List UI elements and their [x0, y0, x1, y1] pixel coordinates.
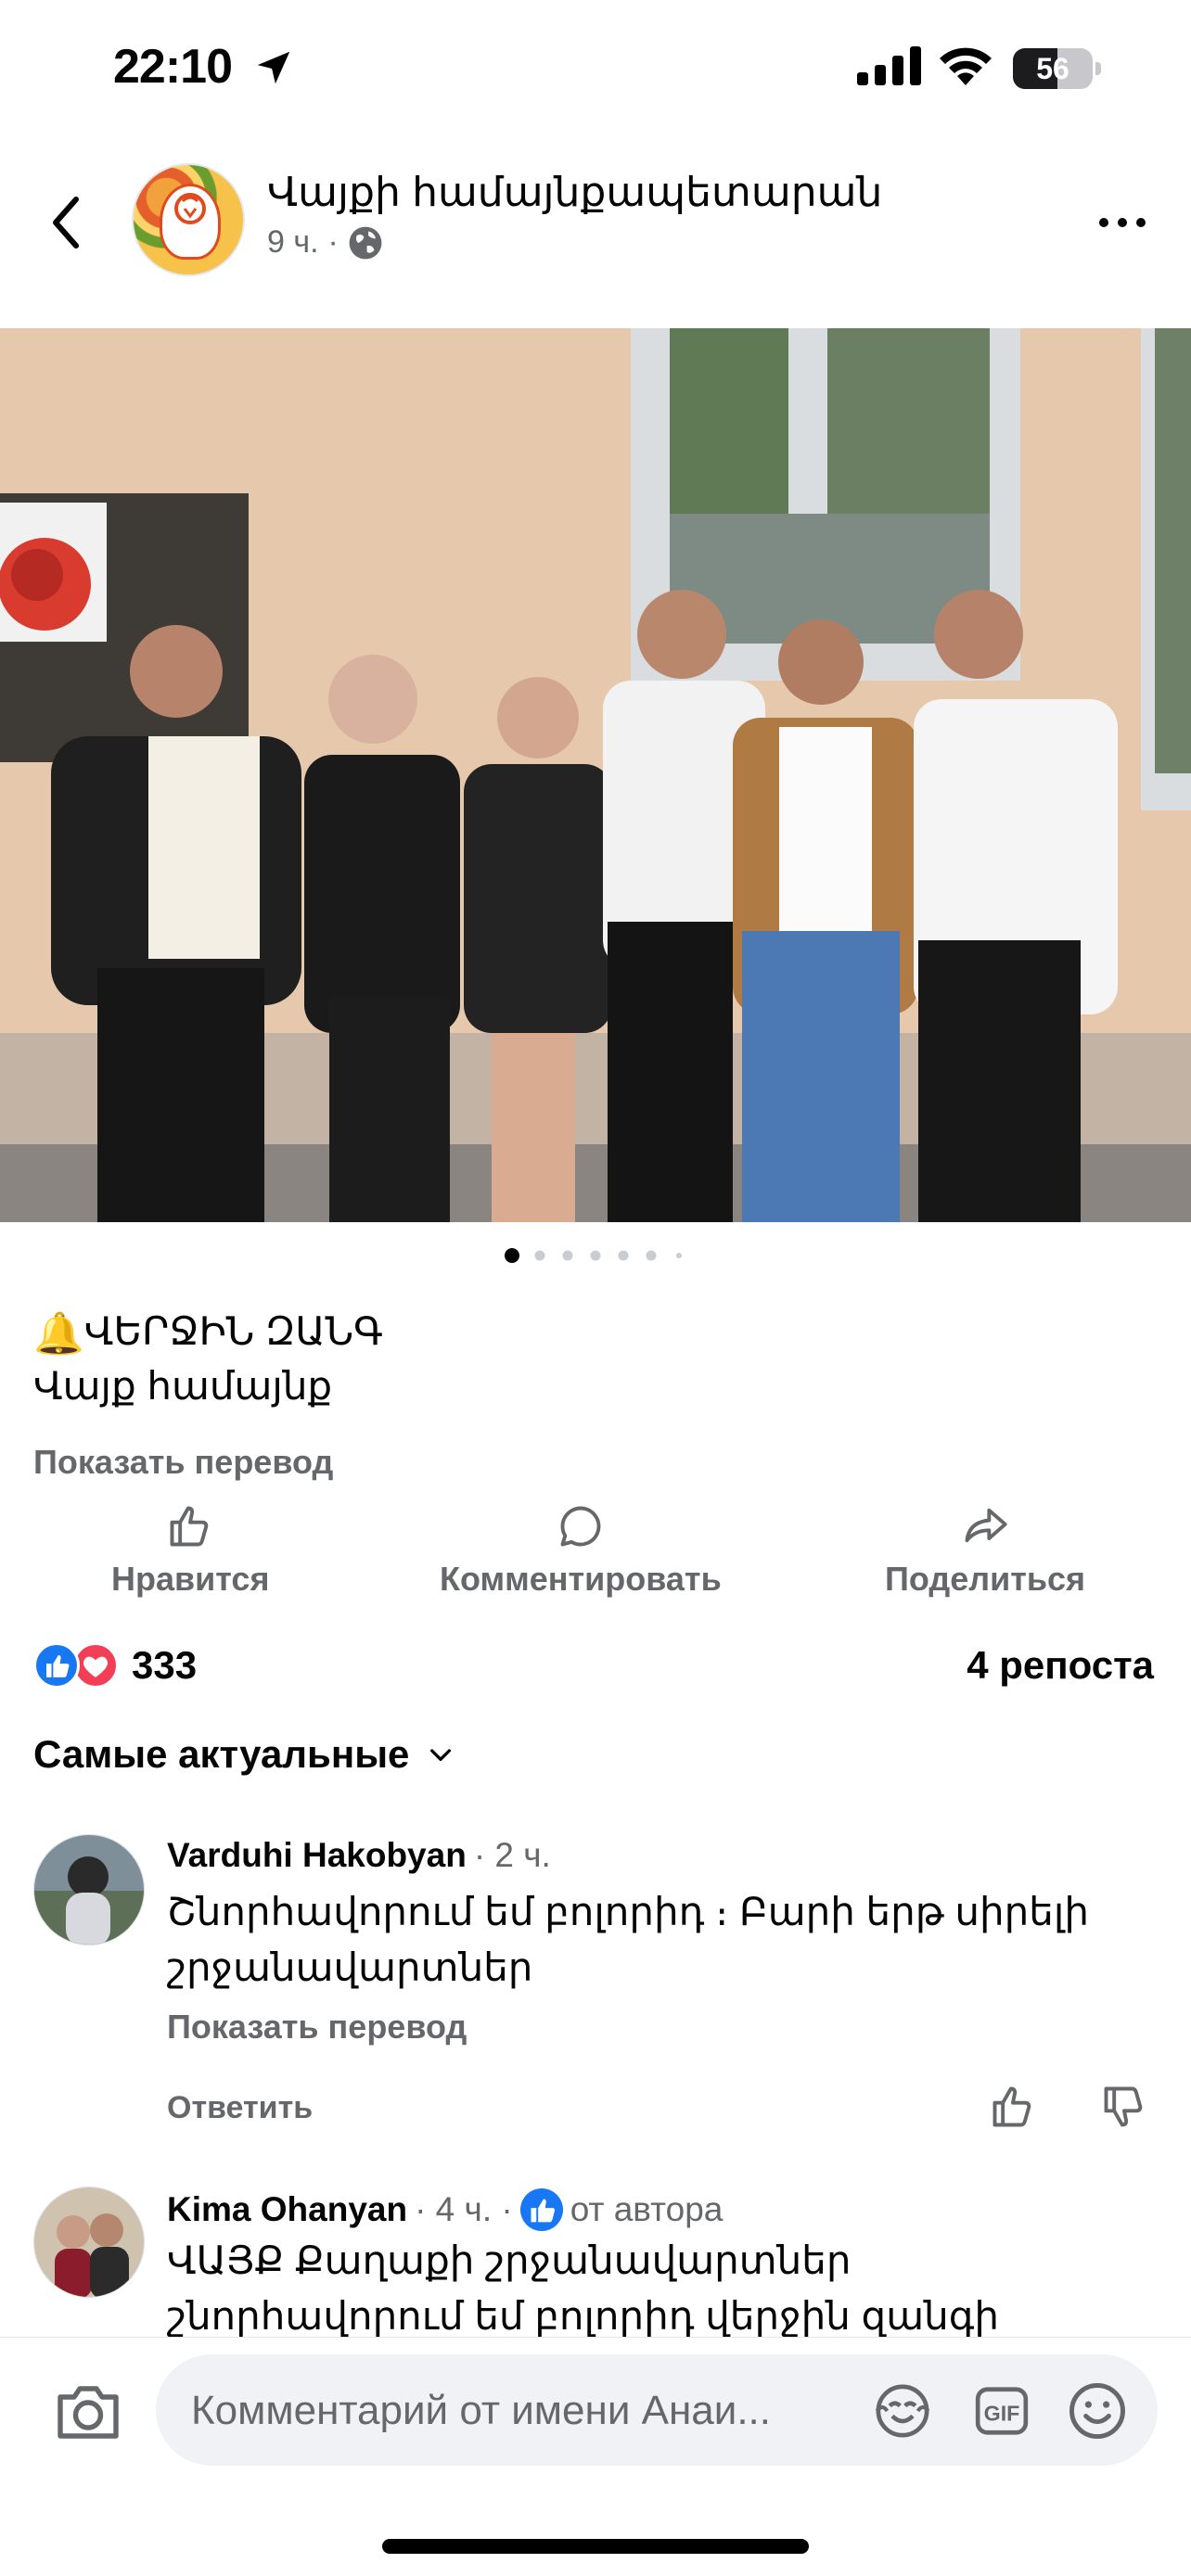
- reposts-count[interactable]: 4 репоста: [967, 1643, 1154, 1688]
- comment-dislike-icon[interactable]: [1100, 2083, 1148, 2131]
- comment-item: Varduhi Hakobyan · 2 ч. Շնորհավորում եմ …: [0, 1827, 1191, 2133]
- comment-item: Kima Ohanyan · 4 ч. · от автора ՎԱՅՔ Քաղ…: [0, 2185, 1191, 2337]
- comment-author-row: Varduhi Hakobyan · 2 ч.: [167, 1836, 551, 1875]
- carousel-dot: [562, 1250, 573, 1261]
- like-reaction-icon: [33, 1642, 80, 1689]
- avatar-sticker-icon[interactable]: [872, 2380, 933, 2442]
- post-actions: Нравится Комментировать Поделиться: [0, 1502, 1191, 1604]
- battery-indicator: 56: [1013, 48, 1102, 89]
- author-badge-label: от автора: [570, 2190, 724, 2228]
- share-arrow-icon: [965, 1508, 1007, 1543]
- post-caption: 🔔ՎԵՐՋԻՆ ԶԱՆԳ Վայք համայնք: [33, 1306, 1156, 1412]
- carousel-indicator[interactable]: [501, 1246, 686, 1265]
- camera-icon[interactable]: [54, 2380, 122, 2442]
- share-button[interactable]: Поделиться: [885, 1502, 1085, 1604]
- chevron-down-icon: [430, 1749, 452, 1761]
- share-label: Поделиться: [885, 1560, 1086, 1598]
- comment-text: ՎԱՅՔ Քաղաքի շրջանավարտներ շնորհավորում ե…: [167, 2238, 999, 2337]
- author-badge-icon: [519, 2188, 563, 2231]
- reply-button[interactable]: Ответить: [167, 2090, 313, 2126]
- comment-author-row: Kima Ohanyan · 4 ч. · от автора: [167, 2188, 723, 2231]
- location-arrow-icon: [257, 51, 290, 84]
- comment-translate-link[interactable]: Показать перевод: [167, 2008, 467, 2047]
- caption-title: ՎԵՐՋԻՆ ԶԱՆԳ: [83, 1309, 383, 1353]
- reaction-count: 333: [132, 1643, 198, 1687]
- carousel-dot: [590, 1250, 601, 1261]
- bell-emoji: 🔔: [33, 1310, 84, 1357]
- commenter-avatar[interactable]: [33, 1834, 145, 1945]
- carousel-dot: [618, 1250, 629, 1261]
- more-options-icon[interactable]: [1095, 204, 1150, 241]
- like-button[interactable]: Нравится: [111, 1502, 269, 1604]
- emoji-icon[interactable]: [1067, 2380, 1128, 2442]
- gif-icon[interactable]: GIF: [972, 2382, 1031, 2440]
- comment-like-icon[interactable]: [989, 2083, 1037, 2131]
- commenter-avatar[interactable]: [33, 2187, 145, 2298]
- wifi-icon: [940, 47, 992, 85]
- comment-label: Комментировать: [440, 1560, 722, 1598]
- comment-bubble-icon: [560, 1506, 601, 1547]
- post-time[interactable]: 9 ч.: [267, 224, 319, 261]
- page-name[interactable]: Վայքի համայնքապետարան: [267, 169, 882, 216]
- meta-separator: ·: [327, 224, 339, 260]
- post-photo[interactable]: [0, 328, 1191, 1222]
- comment-author[interactable]: Varduhi Hakobyan: [167, 1836, 467, 1875]
- carousel-dot: [534, 1250, 545, 1261]
- comment-button[interactable]: Комментировать: [440, 1502, 722, 1604]
- carousel-dot-active: [505, 1248, 519, 1263]
- page-logo-emblem: [160, 184, 221, 260]
- back-chevron-icon[interactable]: [43, 190, 89, 255]
- comment-input[interactable]: Комментарий от имени Анаи... GIF: [156, 2354, 1158, 2466]
- battery-percent: 56: [1036, 52, 1069, 85]
- comment-author[interactable]: Kima Ohanyan: [167, 2190, 407, 2229]
- reactions-summary[interactable]: 333: [33, 1638, 197, 1693]
- home-indicator[interactable]: [382, 2539, 809, 2554]
- sort-label: Самые актуальные: [33, 1732, 410, 1776]
- carousel-dot: [646, 1250, 657, 1261]
- comment-time: · 2 ч.: [473, 1836, 551, 1874]
- post-meta: 9 ч. ·: [267, 224, 383, 261]
- comment-text: Շնորհավորում եմ բոլորիդ ։ Բարի երթ սիրել…: [167, 1890, 1089, 1989]
- page-avatar[interactable]: [132, 163, 245, 276]
- like-label: Нравится: [111, 1560, 270, 1598]
- comment-sort-dropdown[interactable]: Самые актуальные: [33, 1732, 455, 1777]
- status-time: 22:10: [113, 40, 233, 94]
- post-header: Վայքի համայնքապետարան 9 ч. ·: [0, 148, 1191, 325]
- caption-subtitle: Վայք համայնք: [33, 1363, 333, 1408]
- comment-time: · 4 ч. ·: [415, 2190, 513, 2228]
- globe-icon: [349, 226, 382, 259]
- comment-input-placeholder: Комментарий от имени Анаи...: [191, 2388, 772, 2433]
- cellular-signal-icon: [857, 46, 921, 85]
- svg-text:GIF: GIF: [984, 2401, 1020, 2425]
- status-bar: 22:10 56: [0, 0, 1191, 139]
- carousel-dot: [676, 1253, 682, 1258]
- thumbs-up-icon: [170, 1506, 209, 1547]
- show-translation-link[interactable]: Показать перевод: [33, 1443, 333, 1482]
